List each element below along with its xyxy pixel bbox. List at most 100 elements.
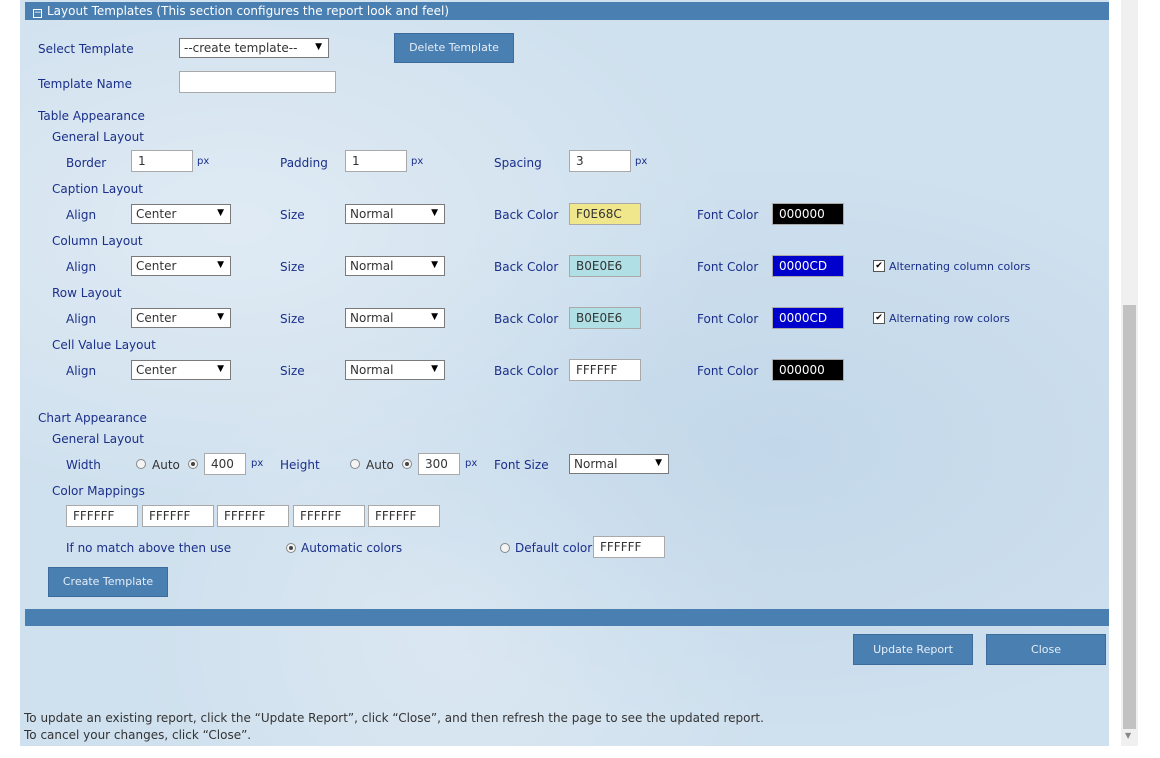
column-align-label: Align [66, 260, 97, 274]
chevron-down-icon: ▼ [217, 260, 224, 270]
chart-general-layout-heading: General Layout [52, 432, 144, 446]
chart-height-input[interactable]: 300 [418, 453, 460, 475]
fallback-label: If no match above then use [66, 541, 232, 555]
caption-font-color-label: Font Color [697, 208, 759, 222]
color-mappings-heading: Color Mappings [52, 484, 145, 498]
caption-layout-heading: Caption Layout [52, 182, 143, 196]
spacing-input[interactable]: 3 [569, 150, 631, 172]
row-layout-heading: Row Layout [52, 286, 122, 300]
cell-align-label: Align [66, 364, 97, 378]
chevron-down-icon: ▼ [431, 208, 438, 218]
row-align-select[interactable]: Center ▼ [131, 308, 231, 328]
border-input[interactable]: 1 [131, 150, 193, 172]
footer-instruction-cancel: To cancel your changes, click “Close”. [24, 728, 252, 742]
caption-size-select[interactable]: Normal ▼ [345, 204, 445, 224]
section-footer-bar [25, 609, 1109, 626]
spacing-label: Spacing [494, 156, 542, 170]
close-button[interactable]: Close [986, 634, 1106, 665]
automatic-colors-label: Automatic colors [301, 541, 403, 555]
chevron-down-icon: ▼ [431, 364, 438, 374]
collapse-toggle-icon[interactable]: − [33, 9, 42, 18]
row-back-color-label: Back Color [494, 312, 559, 326]
width-auto-radio[interactable] [136, 459, 146, 469]
border-unit: px [197, 156, 210, 167]
select-template-dropdown[interactable]: --create template-- ▼ [179, 38, 329, 58]
cell-font-color-label: Font Color [697, 364, 759, 378]
border-label: Border [66, 156, 107, 170]
color-mapping-input[interactable]: FFFFFF [66, 505, 138, 527]
width-fixed-radio[interactable] [188, 459, 198, 469]
chart-width-label: Width [66, 458, 101, 472]
row-align-label: Align [66, 312, 97, 326]
column-align-select[interactable]: Center ▼ [131, 256, 231, 276]
font-size-select[interactable]: Normal ▼ [569, 454, 669, 474]
column-size-select[interactable]: Normal ▼ [345, 256, 445, 276]
height-unit: px [465, 458, 478, 469]
column-back-color-input[interactable]: B0E0E6 [569, 255, 641, 277]
font-size-label: Font Size [494, 458, 549, 472]
row-size-select[interactable]: Normal ▼ [345, 308, 445, 328]
automatic-colors-radio[interactable] [286, 543, 296, 553]
padding-input[interactable]: 1 [345, 150, 407, 172]
caption-back-color-label: Back Color [494, 208, 559, 222]
chart-width-input[interactable]: 400 [204, 453, 246, 475]
column-font-color-input[interactable]: 0000CD [772, 255, 844, 277]
default-color-radio[interactable] [500, 543, 510, 553]
general-layout-heading: General Layout [52, 130, 144, 144]
height-auto-radio[interactable] [350, 459, 360, 469]
color-mapping-input[interactable]: FFFFFF [217, 505, 289, 527]
default-color-label: Default color [515, 541, 593, 555]
delete-template-button[interactable]: Delete Template [394, 33, 514, 63]
chevron-down-icon: ▼ [217, 312, 224, 322]
cell-back-color-label: Back Color [494, 364, 559, 378]
chevron-down-icon: ▼ [431, 260, 438, 270]
cell-layout-heading: Cell Value Layout [52, 338, 156, 352]
column-font-color-label: Font Color [697, 260, 759, 274]
select-template-label: Select Template [38, 42, 134, 56]
section-header[interactable]: − Layout Templates (This section configur… [25, 2, 1109, 20]
caption-back-color-input[interactable]: F0E68C [569, 203, 641, 225]
alternating-column-checkbox[interactable]: ✔ [873, 260, 885, 272]
caption-align-label: Align [66, 208, 97, 222]
height-auto-label: Auto [366, 458, 394, 472]
alternating-column-label: Alternating column colors [889, 260, 1031, 273]
cell-size-select[interactable]: Normal ▼ [345, 360, 445, 380]
create-template-button[interactable]: Create Template [48, 567, 168, 597]
template-name-input[interactable] [179, 71, 336, 93]
column-layout-heading: Column Layout [52, 234, 143, 248]
scroll-down-arrow-icon[interactable]: ▼ [1125, 731, 1131, 740]
row-back-color-input[interactable]: B0E0E6 [569, 307, 641, 329]
cell-font-color-input[interactable]: 000000 [772, 359, 844, 381]
color-mapping-input[interactable]: FFFFFF [293, 505, 365, 527]
padding-unit: px [411, 156, 424, 167]
width-auto-label: Auto [152, 458, 180, 472]
cell-back-color-input[interactable]: FFFFFF [569, 359, 641, 381]
chart-height-label: Height [280, 458, 320, 472]
caption-size-label: Size [280, 208, 305, 222]
alternating-row-label: Alternating row colors [889, 312, 1010, 325]
caption-align-select[interactable]: Center ▼ [131, 204, 231, 224]
template-name-label: Template Name [38, 77, 132, 91]
cell-align-select[interactable]: Center ▼ [131, 360, 231, 380]
color-mapping-input[interactable]: FFFFFF [142, 505, 214, 527]
chevron-down-icon: ▼ [315, 42, 322, 52]
section-title: Layout Templates (This section configure… [47, 4, 450, 18]
scrollbar-thumb[interactable] [1123, 305, 1136, 729]
cell-size-label: Size [280, 364, 305, 378]
chevron-down-icon: ▼ [217, 364, 224, 374]
alternating-row-checkbox[interactable]: ✔ [873, 312, 885, 324]
height-fixed-radio[interactable] [402, 459, 412, 469]
padding-label: Padding [280, 156, 328, 170]
update-report-button[interactable]: Update Report [853, 634, 973, 665]
caption-font-color-input[interactable]: 000000 [772, 203, 844, 225]
spacing-unit: px [635, 156, 648, 167]
table-appearance-heading: Table Appearance [38, 109, 145, 123]
color-mapping-input[interactable]: FFFFFF [368, 505, 440, 527]
row-size-label: Size [280, 312, 305, 326]
chevron-down-icon: ▼ [655, 458, 662, 468]
column-back-color-label: Back Color [494, 260, 559, 274]
row-font-color-input[interactable]: 0000CD [772, 307, 844, 329]
default-color-input[interactable]: FFFFFF [593, 536, 665, 558]
row-font-color-label: Font Color [697, 312, 759, 326]
chevron-down-icon: ▼ [431, 312, 438, 322]
